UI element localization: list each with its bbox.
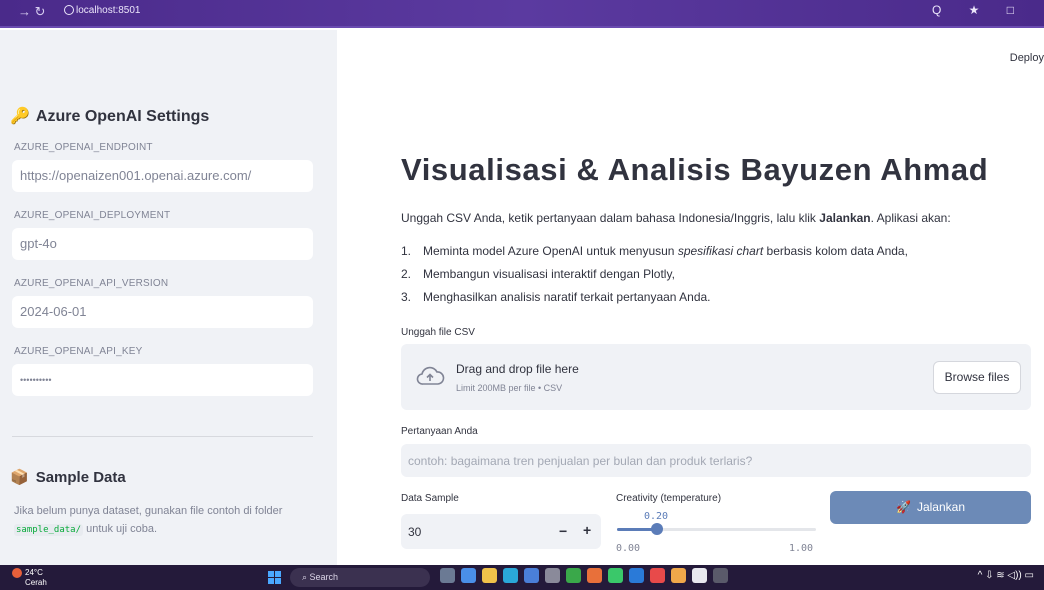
sidebar-title: 🔑 Azure OpenAI Settings [10, 108, 210, 125]
vscode-icon[interactable] [629, 568, 644, 583]
api-version-label: AZURE_OPENAI_API_VERSION [14, 278, 169, 289]
site-info-icon[interactable] [64, 5, 74, 15]
key-icon: 🔑 [10, 108, 30, 125]
list-item: 2. Membangun visualisasi interaktif denga… [401, 267, 675, 281]
dropzone-subtitle: Limit 200MB per file • CSV [456, 383, 563, 393]
app-icon[interactable] [713, 568, 728, 583]
api-key-label: AZURE_OPENAI_API_KEY [14, 346, 143, 357]
weather-widget[interactable]: 24°C Cerah [12, 568, 47, 587]
dropzone-title: Drag and drop file here [456, 362, 579, 376]
browser-icon[interactable] [671, 568, 686, 583]
sample-folder-code: sample_data/ [14, 524, 84, 536]
decrement-button[interactable]: − [559, 523, 567, 539]
chrome-icon[interactable] [587, 568, 602, 583]
deployment-label: AZURE_OPENAI_DEPLOYMENT [14, 210, 171, 221]
weather-icon [12, 568, 22, 578]
widgets-icon[interactable] [461, 568, 476, 583]
file-explorer-icon[interactable] [482, 568, 497, 583]
creativity-value: 0.20 [644, 511, 669, 522]
endpoint-label: AZURE_OPENAI_ENDPOINT [14, 142, 153, 153]
list-item: 1. Meminta model Azure OpenAI untuk menyu… [401, 244, 908, 258]
browser-toolbar-icons[interactable]: Q ★ □ [932, 3, 1026, 17]
run-button[interactable]: 🚀 Jalankan [830, 491, 1031, 524]
sidebar: 🔑 Azure OpenAI Settings AZURE_OPENAI_ENDP… [0, 30, 337, 565]
xbox-icon[interactable] [566, 568, 581, 583]
slider-thumb[interactable] [650, 523, 663, 535]
api-key-input[interactable]: •••••••••• [12, 364, 313, 396]
main-content: Deploy Visualisasi & Analisis Bayuzen Ah… [337, 30, 1044, 565]
taskbar-apps [440, 568, 728, 583]
sidebar-divider [12, 436, 313, 437]
creativity-slider[interactable] [617, 523, 816, 535]
app-icon[interactable] [692, 568, 707, 583]
creativity-max: 1.00 [789, 543, 814, 554]
browser-toolbar: → ↻ localhost:8501 Q ★ □ [0, 0, 1044, 28]
settings-icon[interactable] [545, 568, 560, 583]
sample-data-title: 📦 Sample Data [10, 469, 126, 486]
browser-nav-icons[interactable]: → ↻ [18, 4, 46, 20]
whatsapp-icon[interactable] [608, 568, 623, 583]
windows-start-icon[interactable] [268, 571, 281, 584]
address-bar[interactable]: localhost:8501 [76, 5, 141, 16]
data-sample-label: Data Sample [401, 493, 459, 504]
question-input[interactable]: contoh: bagaimana tren penjualan per bul… [401, 444, 1031, 477]
taskbar-search[interactable]: ⌕ Search [290, 568, 430, 587]
browse-files-button[interactable]: Browse files [933, 361, 1021, 394]
system-tray[interactable]: ^ ⇩ ≋ ◁)) ▭ [978, 570, 1034, 581]
upload-label: Unggah file CSV [401, 327, 475, 338]
edge-icon[interactable] [503, 568, 518, 583]
endpoint-input[interactable]: https://openaizen001.openai.azure.com/ [12, 160, 313, 192]
creativity-min: 0.00 [616, 543, 641, 554]
question-label: Pertanyaan Anda [401, 426, 478, 437]
page-title: Visualisasi & Analisis Bayuzen Ahmad [401, 152, 989, 187]
intro-text: Unggah CSV Anda, ketik pertanyaan dalam … [401, 211, 951, 225]
api-version-input[interactable]: 2024-06-01 [12, 296, 313, 328]
app-icon[interactable] [650, 568, 665, 583]
cloud-upload-icon [416, 366, 445, 385]
taskbar: 24°C Cerah ⌕ Search ^ ⇩ ≋ ◁)) ▭ [0, 565, 1044, 590]
box-icon: 📦 [10, 469, 29, 486]
rocket-icon: 🚀 [896, 500, 911, 514]
task-view-icon[interactable] [440, 568, 455, 583]
sample-data-text: Jika belum punya dataset, gunakan file c… [14, 505, 283, 536]
deploy-button[interactable]: Deploy [1010, 52, 1044, 64]
data-sample-value[interactable]: 30 [408, 525, 421, 539]
deployment-input[interactable]: gpt-4o [12, 228, 313, 260]
store-icon[interactable] [524, 568, 539, 583]
increment-button[interactable]: + [583, 522, 591, 538]
steps-list: 1. Meminta model Azure OpenAI untuk menyu… [401, 244, 908, 313]
creativity-label: Creativity (temperature) [616, 493, 722, 504]
list-item: 3. Menghasilkan analisis naratif terkait … [401, 290, 711, 304]
file-dropzone[interactable]: Drag and drop file here Limit 200MB per … [401, 344, 1031, 410]
data-sample-stepper[interactable]: 30 − + [401, 514, 601, 549]
